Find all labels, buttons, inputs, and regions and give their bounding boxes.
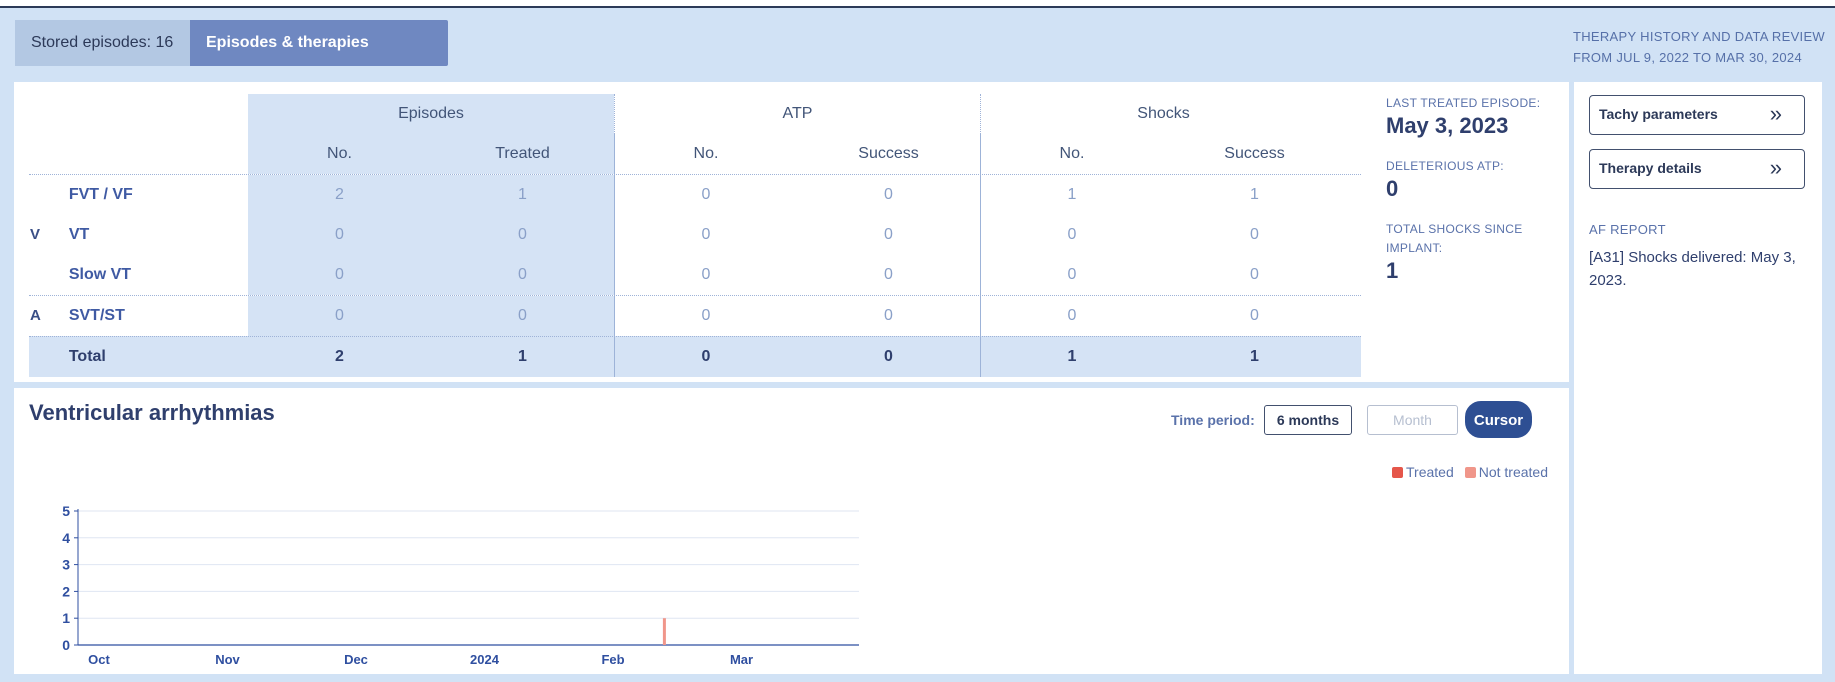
app-frame: Stored episodes: 16 Episodes & therapies… — [0, 6, 1835, 682]
tachy-parameters-label: Tachy parameters — [1599, 106, 1718, 122]
cell-atp-success: 0 — [884, 226, 893, 243]
summary-panel: Episodes ATP Shocks No. Treated No. Succ… — [14, 82, 1569, 382]
x-tick-label: 2024 — [470, 652, 500, 667]
row-label[interactable]: SVT/ST — [69, 296, 248, 336]
total-shocks-value: 1 — [1386, 258, 1399, 283]
cell-episodes-no: 0 — [248, 215, 431, 255]
cell-shocks-no: 0 — [980, 215, 1163, 255]
chamber-label — [29, 175, 69, 215]
cell-episodes-no: 2 — [248, 175, 431, 215]
cell-episodes-treated: 0 — [431, 296, 614, 336]
row-label[interactable]: FVT / VF — [69, 175, 248, 215]
x-tick-label: Nov — [215, 652, 240, 667]
subheader-shocks-success: Success — [1224, 145, 1285, 162]
subheader-shocks-no: No. — [980, 134, 1163, 174]
chamber-label: V — [30, 226, 41, 243]
table-row: Slow VT 0 0 0 0 0 0 — [29, 255, 1361, 295]
deleterious-atp-label: DELETERIOUS ATP: — [1386, 159, 1504, 173]
chart-panel: Ventricular arrhythmias Time period: 6 m… — [14, 388, 1569, 674]
tab-stored-episodes[interactable]: Stored episodes: 16 — [15, 20, 190, 66]
cell-atp-success: 0 — [884, 266, 893, 283]
cell-shocks-no: 1 — [980, 175, 1163, 215]
cell-shocks-success: 0 — [1250, 226, 1259, 243]
cell-shocks-success: 1 — [1250, 186, 1259, 203]
table-row: V VT 0 0 0 0 0 0 — [29, 215, 1361, 255]
review-range: FROM JUL 9, 2022 TO MAR 30, 2024 — [1572, 50, 1802, 65]
cell-shocks-success: 0 — [1250, 307, 1259, 324]
total-atp-no: 0 — [614, 337, 797, 377]
summary-side-info: LAST TREATED EPISODE: May 3, 2023 DELETE… — [1386, 94, 1561, 302]
y-tick-label: 4 — [62, 530, 70, 546]
cell-episodes-no: 0 — [248, 296, 431, 336]
episodes-table: Episodes ATP Shocks No. Treated No. Succ… — [29, 94, 1361, 377]
last-treated-value: May 3, 2023 — [1386, 113, 1509, 138]
table-group-header: Episodes ATP Shocks — [29, 94, 1361, 134]
episode-tabs: Stored episodes: 16 Episodes & therapies… — [15, 20, 448, 97]
total-episodes-treated: 1 — [431, 337, 614, 377]
chart-bar — [662, 618, 666, 645]
total-shocks-success: 1 — [1250, 348, 1259, 365]
x-tick-label: Mar — [730, 652, 753, 667]
cell-episodes-treated: 1 — [431, 175, 614, 215]
table-sub-header: No. Treated No. Success No. Success — [29, 134, 1361, 174]
table-row: A SVT/ST 0 0 0 0 0 0 — [29, 295, 1361, 336]
header-episodes: Episodes — [248, 94, 614, 134]
cell-atp-no: 0 — [614, 175, 797, 215]
row-label[interactable]: VT — [69, 215, 248, 255]
cell-shocks-no: 0 — [980, 296, 1163, 336]
right-panel: Tachy parameters » Therapy details » AF … — [1574, 82, 1822, 674]
x-tick-label: Dec — [344, 652, 368, 667]
y-tick-label: 5 — [62, 503, 70, 519]
subheader-episodes-no: No. — [248, 134, 431, 174]
subheader-atp-no: No. — [614, 134, 797, 174]
total-episodes-no: 2 — [248, 337, 431, 377]
last-treated-label: LAST TREATED EPISODE: — [1386, 96, 1541, 110]
y-tick-label: 1 — [62, 610, 70, 626]
therapy-details-button[interactable]: Therapy details » — [1589, 149, 1805, 189]
chamber-label — [29, 255, 69, 295]
table-row: FVT / VF 2 1 0 0 1 1 — [29, 174, 1361, 215]
double-chevron-right-icon: » — [1769, 101, 1782, 126]
total-shocks-label: TOTAL SHOCKS SINCE IMPLANT: — [1386, 222, 1523, 255]
tachy-parameters-button[interactable]: Tachy parameters » — [1589, 95, 1805, 135]
y-tick-label: 2 — [62, 583, 70, 599]
deleterious-atp-value: 0 — [1386, 176, 1399, 201]
subheader-atp-success: Success — [858, 145, 919, 162]
cell-atp-no: 0 — [614, 215, 797, 255]
af-report-title: AF REPORT — [1589, 222, 1666, 237]
cell-atp-success: 0 — [884, 307, 893, 324]
ventricular-arrhythmias-chart: 0 1 2 3 4 5 Oct Nov Dec 2024 Feb Mar — [62, 503, 859, 667]
cell-episodes-no: 0 — [248, 255, 431, 295]
table-total-row: Total 2 1 0 0 1 1 — [29, 336, 1361, 377]
subheader-episodes-treated: Treated — [431, 134, 614, 174]
tab-episodes-therapies-summary[interactable]: Episodes & therapies summary — [190, 20, 448, 97]
table-corner-sub — [29, 134, 248, 174]
chamber-label: A — [30, 307, 41, 324]
header-atp: ATP — [614, 94, 980, 134]
total-atp-success: 0 — [884, 348, 893, 365]
review-period: THERAPY HISTORY AND DATA REVIEW FROM JUL… — [1573, 26, 1825, 68]
total-label: Total — [68, 348, 106, 365]
header-shocks: Shocks — [980, 94, 1346, 134]
cell-shocks-success: 0 — [1250, 266, 1259, 283]
cell-atp-no: 0 — [614, 296, 797, 336]
table-corner — [29, 94, 248, 134]
x-tick-label: Oct — [88, 652, 110, 667]
cell-atp-success: 0 — [884, 186, 893, 203]
review-title: THERAPY HISTORY AND DATA REVIEW — [1572, 29, 1825, 44]
y-tick-label: 3 — [62, 557, 70, 573]
y-tick-label: 0 — [62, 637, 70, 653]
cell-episodes-treated: 0 — [431, 255, 614, 295]
double-chevron-right-icon: » — [1769, 155, 1782, 180]
af-report-text: [A31] Shocks delivered: May 3, 2023. — [1589, 249, 1796, 289]
cell-atp-no: 0 — [614, 255, 797, 295]
cell-shocks-no: 0 — [980, 255, 1163, 295]
cell-episodes-treated: 0 — [431, 215, 614, 255]
x-tick-label: Feb — [601, 652, 624, 667]
total-shocks-no: 1 — [980, 337, 1163, 377]
therapy-details-label: Therapy details — [1599, 160, 1702, 176]
row-label[interactable]: Slow VT — [69, 255, 248, 295]
